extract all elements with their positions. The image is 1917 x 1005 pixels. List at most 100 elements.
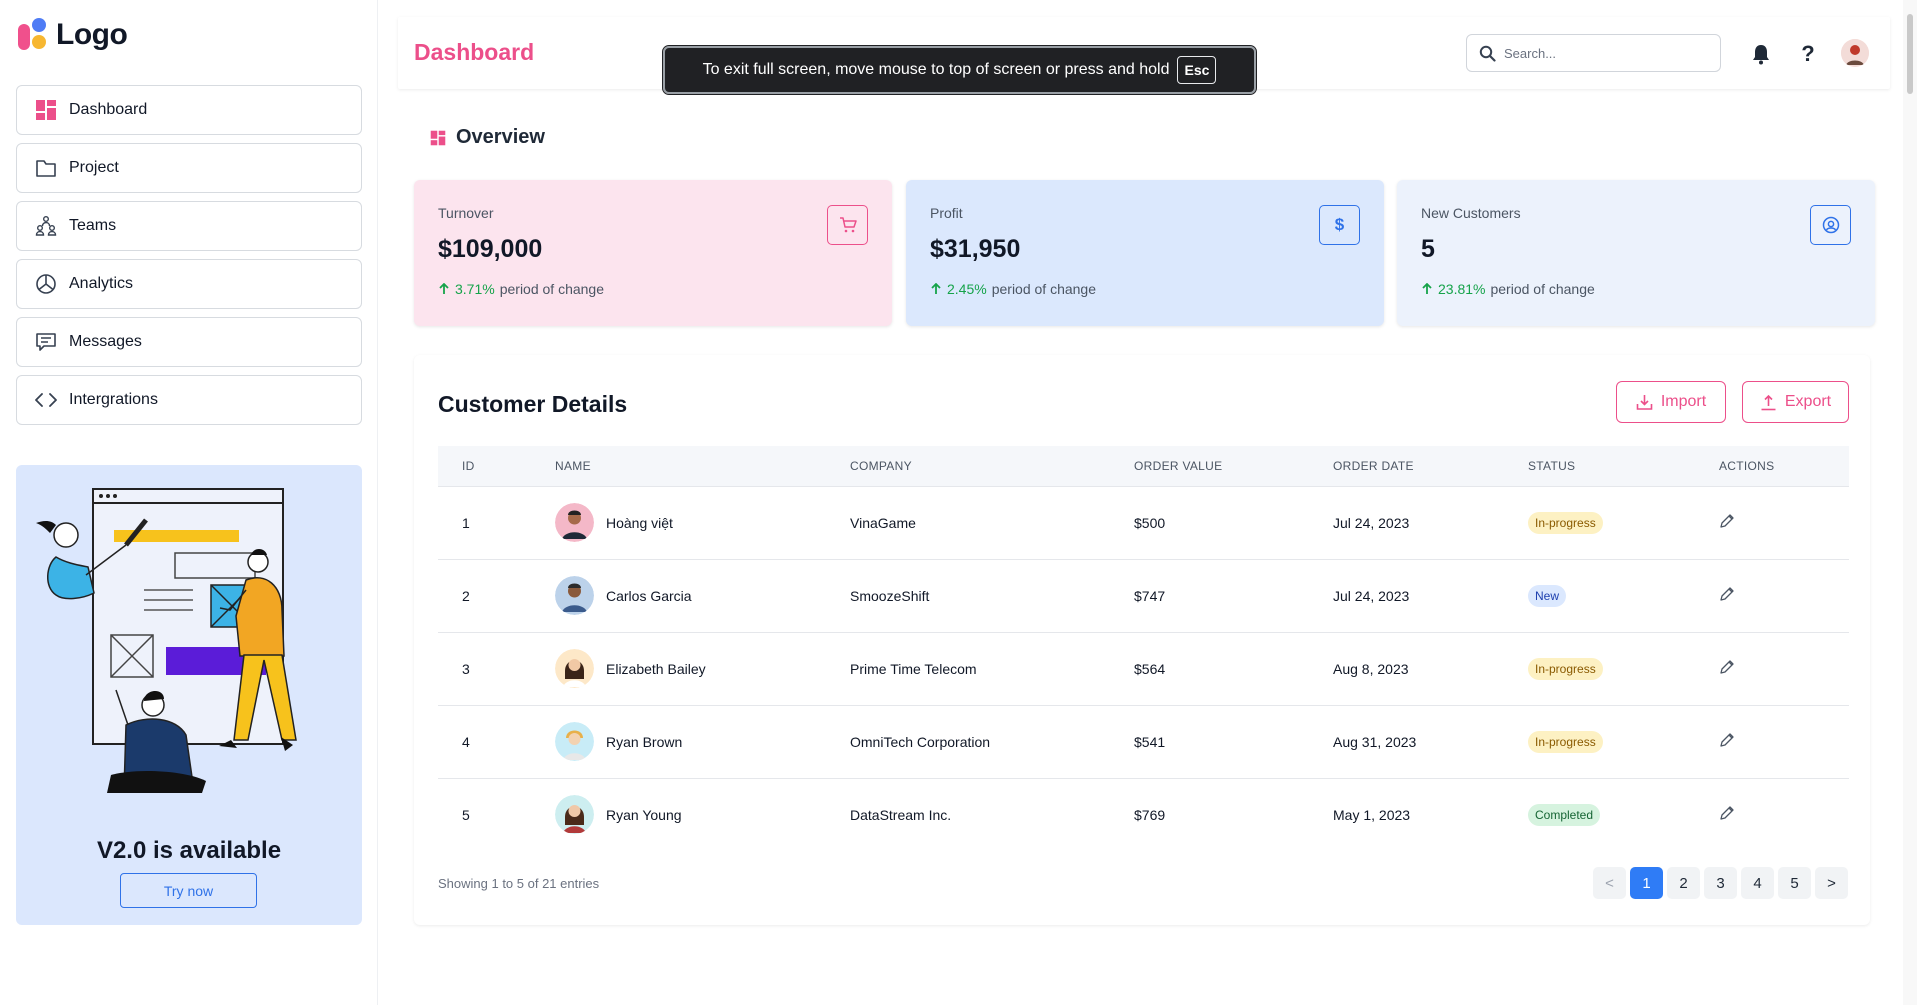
sidebar-item-project[interactable]: Project bbox=[16, 143, 362, 193]
sidebar-item-analytics[interactable]: Analytics bbox=[16, 259, 362, 309]
customer-avatar bbox=[555, 722, 594, 761]
folder-icon bbox=[36, 160, 56, 177]
column-header: ORDER VALUE bbox=[1134, 458, 1223, 473]
sidebar-item-label: Project bbox=[69, 159, 119, 176]
search-box[interactable] bbox=[1466, 34, 1721, 72]
edit-icon[interactable] bbox=[1719, 732, 1735, 748]
cell-id: 3 bbox=[462, 660, 470, 677]
arrow-up-icon bbox=[931, 283, 941, 294]
table-row: 4 Ryan Brown OmniTech Corporation $541 A… bbox=[438, 705, 1849, 778]
column-header: ACTIONS bbox=[1719, 458, 1775, 473]
card-value: $109,000 bbox=[438, 235, 543, 263]
sidebar-item-label: Teams bbox=[69, 217, 117, 234]
card-change-label: period of change bbox=[499, 281, 605, 297]
panel-title: Customer Details bbox=[438, 391, 628, 417]
cell-id: 2 bbox=[462, 587, 470, 604]
card-change: 23.81% period of change bbox=[1421, 281, 1851, 297]
edit-icon[interactable] bbox=[1719, 805, 1735, 821]
dashboard-icon bbox=[430, 130, 446, 145]
card-change-label: period of change bbox=[991, 281, 1097, 297]
bell-icon[interactable] bbox=[1748, 41, 1774, 67]
arrow-up-icon bbox=[439, 283, 449, 294]
customer-avatar bbox=[555, 795, 594, 835]
esc-key: Esc bbox=[1177, 56, 1217, 84]
edit-icon[interactable] bbox=[1719, 659, 1735, 675]
cell-order-value: $747 bbox=[1134, 587, 1166, 604]
status-badge: In-progress bbox=[1528, 657, 1603, 680]
avatar[interactable] bbox=[1841, 39, 1869, 67]
sidebar-item-label: Analytics bbox=[69, 275, 134, 292]
cell-company: Prime Time Telecom bbox=[850, 660, 977, 677]
table-row: 5 Ryan Young DataStream Inc. $769 May 1,… bbox=[438, 778, 1849, 851]
cell-order-date: Aug 31, 2023 bbox=[1333, 733, 1417, 750]
dollar-icon[interactable]: $ bbox=[1319, 205, 1360, 245]
cell-name: Carlos Garcia bbox=[606, 587, 692, 604]
cell-order-date: Aug 8, 2023 bbox=[1333, 660, 1409, 677]
teams-icon bbox=[35, 216, 57, 236]
export-button[interactable]: Export bbox=[1742, 381, 1849, 423]
overview-heading: Overview bbox=[430, 126, 545, 149]
overview-title: Overview bbox=[456, 126, 545, 148]
edit-icon[interactable] bbox=[1719, 586, 1735, 602]
card-change-percent: 2.45% bbox=[947, 281, 987, 297]
customer-details-panel: Customer Details Import Export ID NAME C… bbox=[414, 355, 1870, 925]
sidebar-item-label: Dashboard bbox=[69, 101, 148, 118]
new-customers-card: New Customers 5 23.81% period of change bbox=[1397, 180, 1875, 326]
card-change: 3.71% period of change bbox=[438, 281, 868, 297]
sidebar-nav: Dashboard Project Teams Analytics Messag… bbox=[16, 85, 362, 433]
column-header: COMPANY bbox=[850, 458, 912, 473]
pagination-prev[interactable]: < bbox=[1593, 867, 1626, 899]
pagination-next[interactable]: > bbox=[1815, 867, 1848, 899]
cell-company: OmniTech Corporation bbox=[850, 733, 991, 750]
sidebar-item-label: Messages bbox=[69, 333, 142, 350]
card-change-percent: 23.81% bbox=[1438, 281, 1486, 297]
search-input[interactable] bbox=[1504, 45, 1704, 61]
cell-order-value: $500 bbox=[1134, 514, 1166, 531]
logo[interactable]: Logo bbox=[18, 18, 128, 52]
status-badge: In-progress bbox=[1528, 730, 1603, 753]
sidebar-item-messages[interactable]: Messages bbox=[16, 317, 362, 367]
logo-mark-icon bbox=[18, 18, 48, 52]
sidebar: Logo Dashboard Project Teams Analytics M… bbox=[0, 0, 378, 1005]
search-icon bbox=[1479, 45, 1496, 62]
promo-illustration bbox=[36, 488, 297, 793]
sidebar-item-dashboard[interactable]: Dashboard bbox=[16, 85, 362, 135]
pagination-page[interactable]: 3 bbox=[1704, 867, 1737, 899]
import-label: Import bbox=[1660, 393, 1707, 410]
sidebar-item-intergrations[interactable]: Intergrations bbox=[16, 375, 362, 425]
cell-id: 5 bbox=[462, 806, 470, 823]
chart-pie-icon bbox=[36, 274, 56, 294]
table-row: 3 Elizabeth Bailey Prime Time Telecom $5… bbox=[438, 632, 1849, 705]
try-now-button[interactable]: Try now bbox=[120, 873, 257, 908]
arrow-up-icon bbox=[1422, 283, 1432, 294]
fullscreen-notice-text: To exit full screen, move mouse to top o… bbox=[702, 61, 1170, 78]
card-change: 2.45% period of change bbox=[930, 281, 1360, 297]
pagination-page[interactable]: 1 bbox=[1630, 867, 1663, 899]
pagination-page[interactable]: 4 bbox=[1741, 867, 1774, 899]
customer-avatar bbox=[555, 576, 594, 615]
edit-icon[interactable] bbox=[1719, 513, 1735, 529]
page-scrollbar[interactable] bbox=[1903, 0, 1917, 1005]
column-header: STATUS bbox=[1528, 458, 1576, 473]
card-value: 5 bbox=[1421, 235, 1435, 263]
cell-company: SmoozeShift bbox=[850, 587, 930, 604]
cart-icon[interactable] bbox=[827, 205, 868, 245]
status-badge: Completed bbox=[1528, 803, 1601, 826]
table-row: 2 Carlos Garcia SmoozeShift $747 Jul 24,… bbox=[438, 559, 1849, 632]
customer-avatar bbox=[555, 649, 594, 688]
pagination-page[interactable]: 5 bbox=[1778, 867, 1811, 899]
promo-card: V2.0 is available Try now bbox=[16, 465, 362, 925]
help-icon[interactable]: ? bbox=[1795, 41, 1821, 67]
pagination-page[interactable]: 2 bbox=[1667, 867, 1700, 899]
sidebar-item-teams[interactable]: Teams bbox=[16, 201, 362, 251]
cell-order-date: Jul 24, 2023 bbox=[1333, 514, 1410, 531]
page-title: Dashboard bbox=[414, 39, 535, 65]
user-circle-icon[interactable] bbox=[1810, 205, 1851, 245]
import-button[interactable]: Import bbox=[1616, 381, 1726, 423]
scrollbar-thumb[interactable] bbox=[1907, 14, 1913, 94]
cell-name: Elizabeth Bailey bbox=[606, 660, 706, 677]
card-value: $31,950 bbox=[930, 235, 1021, 263]
upload-icon bbox=[1761, 394, 1776, 410]
sidebar-item-label: Intergrations bbox=[69, 391, 158, 408]
message-icon bbox=[36, 333, 56, 351]
